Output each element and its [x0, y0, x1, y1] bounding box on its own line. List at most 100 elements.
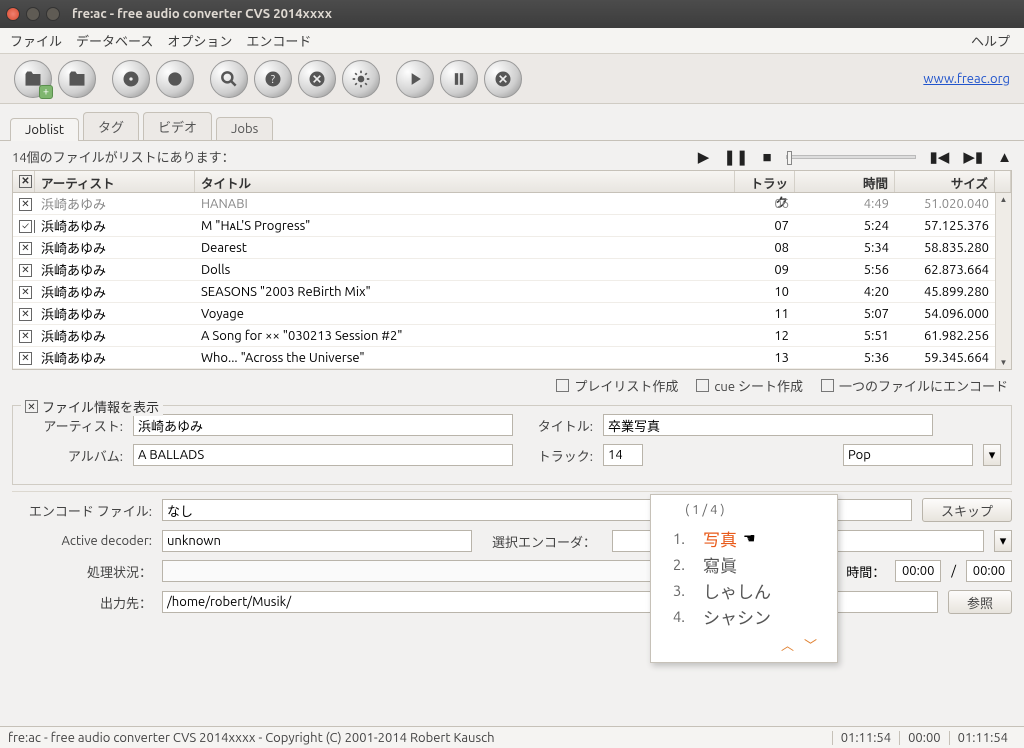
row-check-active-icon[interactable]: ✓: [19, 220, 32, 233]
album-label: アルバム:: [23, 446, 123, 465]
row-check-icon[interactable]: ✕: [19, 308, 32, 321]
cell-artist: 浜崎あゆみ: [35, 348, 195, 367]
col-title[interactable]: タイトル: [195, 171, 735, 192]
selencoder-dropdown-icon[interactable]: ▾: [994, 530, 1012, 552]
menu-help[interactable]: ヘルプ: [971, 31, 1010, 50]
info-button[interactable]: ?: [254, 60, 292, 98]
row-check-icon[interactable]: ✕: [19, 352, 32, 365]
row-check-icon[interactable]: ✕: [19, 286, 32, 299]
genre-dropdown-icon[interactable]: ▾: [983, 444, 1001, 466]
table-row[interactable]: ✕浜崎あゆみWho... "Across the Universe"135:36…: [13, 347, 1011, 369]
status-time2: 00:00: [899, 731, 949, 745]
browse-button[interactable]: 参照: [948, 590, 1012, 614]
row-check-icon[interactable]: ✕: [19, 242, 32, 255]
play-button[interactable]: [396, 60, 434, 98]
status-time1: 01:11:54: [832, 731, 899, 745]
cell-title: HANABI: [195, 197, 735, 211]
menu-database[interactable]: データベース: [76, 31, 153, 50]
table-row[interactable]: ✓✕浜崎あゆみM "HᴀL'S Progress"075:2457.125.37…: [13, 215, 1011, 237]
mini-eject-icon[interactable]: ▲: [997, 148, 1012, 166]
table-row[interactable]: ✕浜崎あゆみDearest085:3458.835.280: [13, 237, 1011, 259]
website-link[interactable]: www.freac.org: [923, 72, 1010, 86]
tab-tag[interactable]: タグ: [83, 112, 139, 140]
col-track[interactable]: トラック: [735, 171, 795, 192]
list-count-label: 14個のファイルがリストにあります：: [12, 147, 235, 166]
skip-button[interactable]: スキップ: [922, 498, 1012, 522]
ime-down-icon[interactable]: ﹀: [804, 639, 827, 653]
genre-input[interactable]: [843, 444, 973, 466]
cancel-button[interactable]: [298, 60, 336, 98]
cell-track: 10: [735, 285, 795, 299]
statusbar: fre:ac - free audio converter CVS 2014xx…: [0, 726, 1024, 748]
vertical-scrollbar[interactable]: ▲▼: [995, 193, 1011, 369]
menu-encode[interactable]: エンコード: [246, 31, 311, 50]
cell-size: 61.982.256: [895, 329, 995, 343]
maximize-icon[interactable]: [46, 7, 60, 21]
mini-prev-icon[interactable]: ▮◀: [930, 148, 950, 166]
status-text: fre:ac - free audio converter CVS 2014xx…: [8, 731, 495, 745]
cell-time: 4:49: [795, 197, 895, 211]
ime-candidate[interactable]: 1.写真☚: [661, 525, 827, 551]
cell-title: Voyage: [195, 307, 735, 321]
add-files-button[interactable]: +: [14, 60, 52, 98]
settings-button[interactable]: [342, 60, 380, 98]
opt-cuesheet[interactable]: cue シート作成: [696, 376, 803, 395]
ime-candidate[interactable]: 2.寫眞: [661, 551, 827, 577]
row-check-icon[interactable]: ✕: [19, 330, 32, 343]
table-row[interactable]: ✕浜崎あゆみDolls095:5662.873.664: [13, 259, 1011, 281]
col-artist[interactable]: アーティスト: [35, 171, 195, 192]
artist-input[interactable]: [133, 414, 513, 436]
row-check-icon[interactable]: ✕: [19, 198, 32, 211]
table-row[interactable]: ✕浜崎あゆみSEASONS "2003 ReBirth Mix"104:2045…: [13, 281, 1011, 303]
cell-size: 54.096.000: [895, 307, 995, 321]
cell-track: 13: [735, 351, 795, 365]
header-check-icon[interactable]: ✕: [19, 175, 32, 188]
col-time[interactable]: 時間: [795, 171, 895, 192]
window-title: fre:ac - free audio converter CVS 2014xx…: [72, 7, 332, 21]
row-check-icon[interactable]: ✕: [19, 264, 32, 277]
stop-button[interactable]: [484, 60, 522, 98]
menu-options[interactable]: オプション: [167, 31, 232, 50]
title-input[interactable]: [603, 414, 933, 436]
cell-track: 08: [735, 241, 795, 255]
tab-joblist[interactable]: Joblist: [10, 118, 79, 141]
close-icon[interactable]: [6, 7, 20, 21]
col-size[interactable]: サイズ: [895, 171, 995, 192]
cell-time: 5:34: [795, 241, 895, 255]
tab-jobs[interactable]: Jobs: [216, 117, 273, 140]
cell-time: 5:51: [795, 329, 895, 343]
menu-file[interactable]: ファイル: [10, 31, 62, 50]
cddb-submit-button[interactable]: [156, 60, 194, 98]
tabstrip: Joblist タグ ビデオ Jobs: [0, 104, 1024, 141]
opt-playlist[interactable]: プレイリスト作成: [556, 376, 678, 395]
cddb-button[interactable]: [112, 60, 150, 98]
ime-candidate[interactable]: 4.シャシン: [661, 603, 827, 629]
table-row[interactable]: ✕浜崎あゆみA Song for ×× "030213 Session #2"1…: [13, 325, 1011, 347]
cell-artist: 浜崎あゆみ: [35, 238, 195, 257]
cell-title: Who... "Across the Universe": [195, 351, 735, 365]
cell-artist: 浜崎あゆみ: [35, 260, 195, 279]
toolbar: + ? www.freac.org: [0, 54, 1024, 104]
encfile-label: エンコード ファイル:: [12, 501, 152, 520]
track-input[interactable]: [603, 444, 643, 466]
mini-stop-icon[interactable]: ■: [762, 148, 771, 166]
table-row[interactable]: ✕浜崎あゆみHANABI064:4951.020.040: [13, 193, 1011, 215]
mini-next-icon[interactable]: ▶▮: [963, 148, 983, 166]
remove-files-button[interactable]: [58, 60, 96, 98]
mini-pause-icon[interactable]: ❚❚: [723, 148, 748, 166]
search-button[interactable]: [210, 60, 248, 98]
mini-play-icon[interactable]: ▶: [698, 148, 710, 166]
album-input[interactable]: [133, 444, 513, 466]
ime-up-icon[interactable]: ︿: [781, 639, 804, 653]
pause-button[interactable]: [440, 60, 478, 98]
position-slider[interactable]: [786, 155, 916, 159]
table-row[interactable]: ✕浜崎あゆみVoyage115:0754.096.000: [13, 303, 1011, 325]
tab-video[interactable]: ビデオ: [143, 112, 212, 140]
cell-time: 5:36: [795, 351, 895, 365]
minimize-icon[interactable]: [26, 7, 40, 21]
cell-size: 59.345.664: [895, 351, 995, 365]
time1-input: [895, 560, 941, 582]
show-fileinfo-check[interactable]: ✕: [25, 400, 38, 413]
ime-candidate[interactable]: 3.しゃしん: [661, 577, 827, 603]
opt-single-file[interactable]: 一つのファイルにエンコード: [821, 376, 1008, 395]
